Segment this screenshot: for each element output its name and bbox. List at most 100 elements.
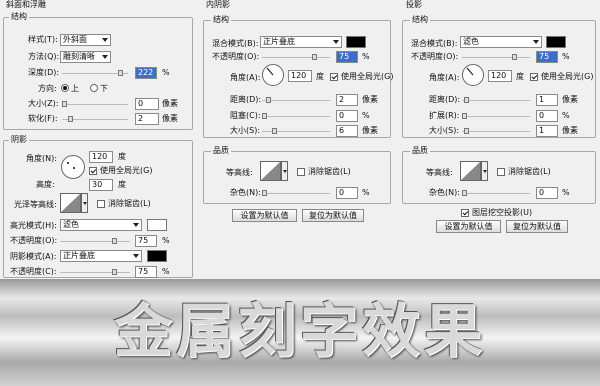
drop-angle-input[interactable]: 120 (488, 70, 512, 82)
shadow-color-swatch[interactable] (147, 250, 167, 262)
bevel-angle-unit: 度 (118, 152, 126, 161)
inner-color-swatch[interactable] (346, 36, 366, 48)
inner-anti-alias-label: 消除锯齿(L) (308, 167, 351, 176)
inner-anti-alias-checkbox[interactable] (297, 168, 305, 176)
highlight-mode-select[interactable]: 滤色 (60, 219, 142, 231)
inner-noise-input[interactable]: 0 (336, 187, 358, 199)
direction-up-radio[interactable] (61, 84, 69, 92)
drop-color-swatch[interactable] (546, 36, 566, 48)
shadow-mode-label: 阴影模式(A): (10, 252, 57, 261)
drop-opacity-slider[interactable] (462, 54, 530, 60)
inner-opacity-slider[interactable] (262, 54, 330, 60)
inner-make-default-button[interactable]: 设置为默认值 (232, 209, 297, 222)
highlight-mode-label: 高光模式(H): (10, 221, 57, 230)
inner-size-slider[interactable] (262, 128, 330, 134)
inner-angle-dial[interactable] (262, 64, 284, 86)
drop-global-light-checkbox[interactable] (530, 73, 538, 81)
knockout-checkbox[interactable] (461, 209, 469, 217)
depth-slider-handle[interactable] (118, 70, 123, 76)
drop-noise-label: 杂色(N): (429, 188, 460, 197)
inner-angle-unit: 度 (316, 72, 324, 81)
drop-reset-default-button[interactable]: 复位为默认值 (506, 220, 568, 233)
inner-choke-slider[interactable] (262, 113, 330, 119)
drop-distance-input[interactable]: 1 (536, 94, 558, 106)
inner-size-input[interactable]: 6 (336, 125, 358, 137)
inner-blend-select[interactable]: 正片叠底 (260, 36, 342, 48)
size-slider-handle[interactable] (62, 101, 67, 107)
inner-angle-input[interactable]: 120 (288, 70, 312, 82)
drop-size-handle[interactable] (464, 128, 469, 134)
bevel-angle-dial[interactable] (61, 155, 85, 179)
drop-contour-preview[interactable] (460, 161, 481, 181)
shadow-opacity-input[interactable]: 75 (135, 266, 157, 278)
gloss-contour-label: 光泽等高线: (14, 200, 57, 209)
drop-opacity-input[interactable]: 75 (536, 51, 558, 63)
soften-input[interactable]: 2 (135, 113, 159, 125)
direction-down-radio[interactable] (90, 84, 98, 92)
inner-size-unit: 像素 (362, 126, 378, 135)
depth-slider[interactable] (62, 70, 128, 76)
drop-contour-dropdown[interactable] (481, 161, 488, 181)
inner-contour-preview[interactable] (260, 161, 281, 181)
inner-shadow-structure-legend: 结构 (211, 15, 231, 25)
drop-noise-input[interactable]: 0 (536, 187, 558, 199)
bevel-global-light-checkbox[interactable] (89, 167, 97, 175)
altitude-input[interactable]: 30 (89, 179, 113, 191)
inner-opacity-handle[interactable] (312, 54, 317, 60)
shadow-opacity-handle[interactable] (112, 269, 117, 275)
drop-noise-handle[interactable] (462, 190, 467, 196)
drop-angle-dial[interactable] (462, 64, 484, 86)
inner-contour-dropdown[interactable] (281, 161, 288, 181)
inner-opacity-input[interactable]: 75 (336, 51, 358, 63)
direction-down-label: 下 (100, 84, 108, 93)
drop-blend-select[interactable]: 滤色 (460, 36, 542, 48)
drop-anti-alias-checkbox[interactable] (497, 168, 505, 176)
drop-make-default-button[interactable]: 设置为默认值 (436, 220, 501, 233)
inner-distance-handle[interactable] (266, 97, 271, 103)
soften-slider-handle[interactable] (68, 116, 73, 122)
inner-noise-handle[interactable] (262, 190, 267, 196)
gloss-contour-preview[interactable] (60, 193, 81, 213)
inner-opacity-unit: % (362, 52, 370, 61)
size-slider[interactable] (62, 101, 128, 107)
bevel-anti-alias-checkbox[interactable] (97, 200, 105, 208)
inner-distance-input[interactable]: 2 (336, 94, 358, 106)
drop-noise-slider[interactable] (462, 190, 530, 196)
style-label: 样式(T): (28, 35, 58, 44)
shadow-opacity-slider[interactable] (60, 269, 130, 275)
inner-choke-input[interactable]: 0 (336, 110, 358, 122)
inner-distance-slider[interactable] (262, 97, 330, 103)
bevel-section-title: 斜面和浮雕 (6, 0, 46, 9)
style-select[interactable]: 外斜面 (60, 34, 111, 46)
gloss-contour-dropdown[interactable] (81, 193, 88, 213)
drop-size-input[interactable]: 1 (536, 125, 558, 137)
highlight-color-swatch[interactable] (147, 219, 167, 231)
inner-size-handle[interactable] (272, 128, 277, 134)
metal-text-banner: 金属刻字效果 (0, 279, 600, 386)
method-select[interactable]: 雕刻清晰 (60, 51, 111, 63)
highlight-opacity-slider[interactable] (60, 238, 130, 244)
inner-size-label: 大小(S): (230, 126, 261, 135)
drop-distance-slider[interactable] (462, 97, 530, 103)
chevron-down-icon (83, 202, 87, 205)
bevel-angle-input[interactable]: 120 (89, 151, 113, 163)
highlight-opacity-input[interactable]: 75 (135, 235, 157, 247)
inner-choke-handle[interactable] (262, 113, 267, 119)
drop-opacity-handle[interactable] (512, 54, 517, 60)
inner-reset-default-button[interactable]: 复位为默认值 (302, 209, 364, 222)
soften-slider[interactable] (62, 116, 128, 122)
size-input[interactable]: 0 (135, 98, 159, 110)
highlight-opacity-handle[interactable] (112, 238, 117, 244)
depth-input[interactable]: 222 (135, 67, 157, 79)
bevel-structure-legend: 结构 (9, 12, 29, 22)
shadow-mode-select[interactable]: 正片叠底 (60, 250, 142, 262)
drop-spread-handle[interactable] (462, 113, 467, 119)
inner-distance-label: 距离(D): (230, 95, 262, 104)
inner-noise-slider[interactable] (262, 190, 330, 196)
drop-spread-input[interactable]: 0 (536, 110, 558, 122)
drop-spread-slider[interactable] (462, 113, 530, 119)
inner-global-light-checkbox[interactable] (330, 73, 338, 81)
inner-angle-label: 角度(A): (230, 73, 261, 82)
drop-size-slider[interactable] (462, 128, 530, 134)
drop-distance-handle[interactable] (464, 97, 469, 103)
